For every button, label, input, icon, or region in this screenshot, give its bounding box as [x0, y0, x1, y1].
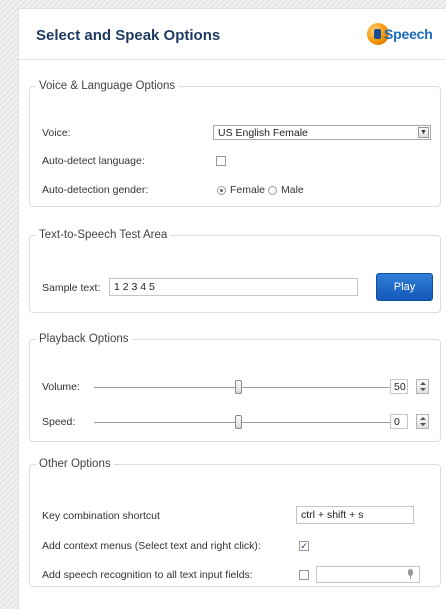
tts-test-group: Text-to-Speech Test Area Sample text: 1 …	[29, 229, 441, 313]
context-menu-checkbox[interactable]: ✓	[299, 541, 309, 551]
logo-text: Speech	[384, 26, 433, 42]
volume-spinner-icon[interactable]	[416, 379, 429, 394]
play-button[interactable]: Play	[376, 273, 433, 301]
voice-language-legend: Voice & Language Options	[39, 80, 176, 92]
volume-input[interactable]: 50	[390, 379, 408, 394]
volume-slider-handle[interactable]	[235, 380, 242, 394]
sample-text-label: Sample text:	[42, 282, 101, 294]
volume-label: Volume:	[42, 381, 80, 393]
gender-male-radio[interactable]	[268, 186, 277, 195]
page-title: Select and Speak Options	[36, 27, 221, 44]
header: Select and Speak Options Speech	[19, 9, 446, 60]
context-menu-label: Add context menus (Select text and right…	[42, 540, 261, 552]
volume-slider-track[interactable]	[94, 387, 404, 388]
speed-input[interactable]: 0	[390, 414, 408, 429]
chevron-down-icon[interactable]: ▼	[418, 127, 429, 138]
gender-male-label: Male	[281, 184, 304, 196]
ispeech-logo: Speech	[367, 23, 446, 47]
auto-detect-checkbox[interactable]	[216, 156, 226, 166]
playback-group: Playback Options Volume: 50 Speed: 0	[29, 333, 441, 442]
speech-recognition-input[interactable]	[316, 566, 420, 583]
voice-select[interactable]: US English Female ▼	[213, 125, 431, 140]
speech-recognition-label: Add speech recognition to all text input…	[42, 569, 253, 581]
speed-slider-handle[interactable]	[235, 415, 242, 429]
voice-label: Voice:	[42, 127, 71, 139]
gender-label: Auto-detection gender:	[42, 184, 149, 196]
speed-slider-track[interactable]	[94, 422, 404, 423]
other-options-legend: Other Options	[39, 458, 111, 470]
voice-language-group: Voice & Language Options Voice: US Engli…	[29, 80, 441, 207]
voice-select-value: US English Female	[218, 127, 308, 139]
tts-test-legend: Text-to-Speech Test Area	[39, 229, 168, 241]
speed-label: Speed:	[42, 416, 76, 428]
options-panel: Select and Speak Options Speech Voice & …	[18, 8, 446, 609]
speed-spinner-icon[interactable]	[416, 414, 429, 429]
sample-text-input[interactable]: 1 2 3 4 5	[109, 278, 358, 296]
other-options-group: Other Options Key combination shortcut c…	[29, 458, 441, 587]
playback-legend: Playback Options	[39, 333, 129, 345]
gender-female-radio[interactable]	[217, 186, 226, 195]
speech-recognition-checkbox[interactable]	[299, 570, 309, 580]
shortcut-input[interactable]: ctrl + shift + s	[296, 506, 414, 524]
auto-detect-label: Auto-detect language:	[42, 155, 145, 167]
shortcut-label: Key combination shortcut	[42, 510, 160, 522]
microphone-icon[interactable]	[408, 569, 413, 579]
gender-female-label: Female	[230, 184, 266, 196]
